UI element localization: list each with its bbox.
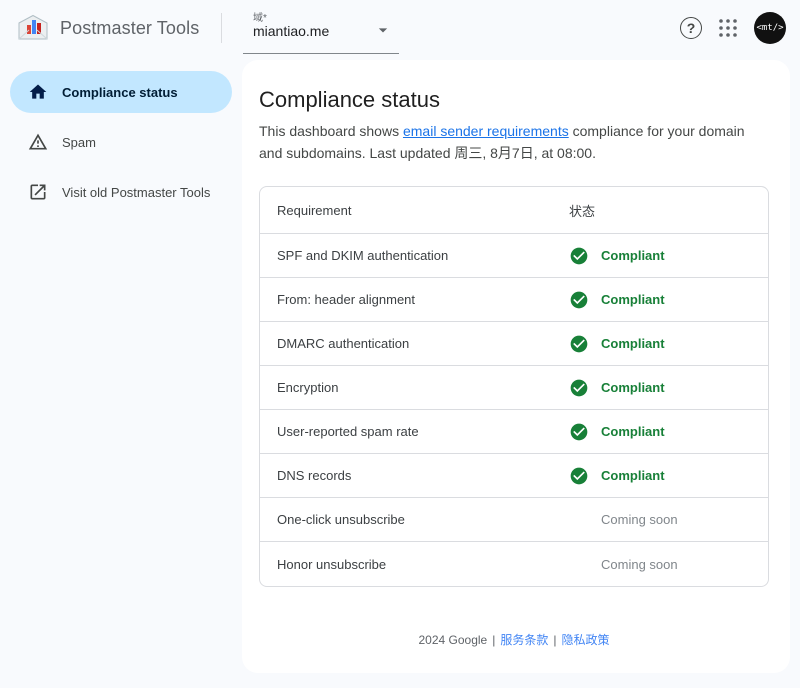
status-cell: Coming soon	[569, 512, 768, 527]
status-compliant-label: Compliant	[601, 468, 665, 483]
app-title: Postmaster Tools	[60, 18, 199, 39]
page-title: Compliance status	[259, 86, 769, 114]
table-row: From: header alignment Compliant	[260, 278, 768, 322]
sidebar-item-visit-old-postmaster[interactable]: Visit old Postmaster Tools	[10, 171, 232, 213]
check-circle-icon	[569, 334, 589, 354]
description-text-before: This dashboard shows	[259, 123, 403, 139]
table-row: DNS records Compliant	[260, 454, 768, 498]
status-cell: Compliant	[569, 466, 768, 486]
check-circle-icon	[569, 290, 589, 310]
status-coming-soon-label: Coming soon	[601, 512, 678, 527]
apps-grid-button[interactable]	[718, 18, 738, 38]
email-sender-requirements-link[interactable]: email sender requirements	[403, 123, 569, 139]
table-row: DMARC authentication Compliant	[260, 322, 768, 366]
sidebar-item-label: Spam	[62, 135, 96, 150]
table-row: Honor unsubscribe Coming soon	[260, 542, 768, 586]
requirement-label: DMARC authentication	[260, 336, 569, 351]
requirement-label: Encryption	[260, 380, 569, 395]
status-cell: Compliant	[569, 422, 768, 442]
main-content-card: Compliance status This dashboard shows e…	[242, 60, 790, 673]
status-compliant-label: Compliant	[601, 292, 665, 307]
requirement-label: SPF and DKIM authentication	[260, 248, 569, 263]
compliance-table: Requirement 状态 SPF and DKIM authenticati…	[259, 186, 769, 587]
table-header-row: Requirement 状态	[260, 187, 768, 234]
check-circle-icon	[569, 378, 589, 398]
status-coming-soon-label: Coming soon	[601, 557, 678, 572]
status-cell: Compliant	[569, 246, 768, 266]
chevron-down-icon	[373, 20, 393, 40]
top-app-bar: Postmaster Tools 域* miantiao.me ? <mt/>	[0, 0, 800, 56]
page-footer: 2024 Google | 服务条款 | 隐私政策	[259, 631, 769, 648]
postmaster-logo-icon	[16, 14, 50, 42]
sidebar-item-label: Visit old Postmaster Tools	[62, 185, 210, 200]
warning-icon	[28, 132, 48, 152]
account-avatar[interactable]: <mt/>	[754, 12, 786, 44]
help-button[interactable]: ?	[680, 17, 702, 39]
footer-separator: |	[492, 633, 495, 647]
check-circle-icon	[569, 466, 589, 486]
compliance-table-body: SPF and DKIM authenticationCompliantFrom…	[260, 234, 768, 586]
status-cell: Coming soon	[569, 557, 768, 572]
table-row: Encryption Compliant	[260, 366, 768, 410]
header-divider	[221, 13, 222, 43]
external-link-icon	[28, 182, 48, 202]
status-compliant-label: Compliant	[601, 380, 665, 395]
status-cell: Compliant	[569, 334, 768, 354]
requirement-label: From: header alignment	[260, 292, 569, 307]
domain-selector-value: miantiao.me	[253, 23, 329, 39]
requirement-label: User-reported spam rate	[260, 424, 569, 439]
domain-selector-label: 域*	[253, 9, 267, 24]
status-compliant-label: Compliant	[601, 424, 665, 439]
footer-separator: |	[553, 633, 556, 647]
domain-selector[interactable]: 域* miantiao.me	[243, 6, 399, 54]
brand: Postmaster Tools	[0, 14, 199, 42]
requirement-label: One-click unsubscribe	[260, 512, 569, 527]
status-compliant-label: Compliant	[601, 248, 665, 263]
sidebar-item-compliance-status[interactable]: Compliance status	[10, 71, 232, 113]
status-cell: Compliant	[569, 290, 768, 310]
footer-copyright: 2024 Google	[418, 633, 487, 647]
requirement-label: DNS records	[260, 468, 569, 483]
footer-privacy-link[interactable]: 隐私政策	[561, 633, 609, 647]
table-row: SPF and DKIM authentication Compliant	[260, 234, 768, 278]
requirement-label: Honor unsubscribe	[260, 557, 569, 572]
page-description: This dashboard shows email sender requir…	[259, 120, 771, 164]
sidebar-nav: Compliance status Spam Visit old Postmas…	[0, 60, 242, 221]
apps-grid-icon	[718, 18, 738, 38]
header-actions: ? <mt/>	[680, 0, 786, 56]
status-compliant-label: Compliant	[601, 336, 665, 351]
status-cell: Compliant	[569, 378, 768, 398]
footer-terms-link[interactable]: 服务条款	[500, 633, 548, 647]
column-header-status: 状态	[569, 201, 768, 220]
home-icon	[28, 82, 48, 102]
sidebar-item-spam[interactable]: Spam	[10, 121, 232, 163]
table-row: User-reported spam rate Compliant	[260, 410, 768, 454]
table-row: One-click unsubscribe Coming soon	[260, 498, 768, 542]
column-header-requirement: Requirement	[260, 203, 569, 218]
check-circle-icon	[569, 422, 589, 442]
sidebar-item-label: Compliance status	[62, 85, 178, 100]
check-circle-icon	[569, 246, 589, 266]
